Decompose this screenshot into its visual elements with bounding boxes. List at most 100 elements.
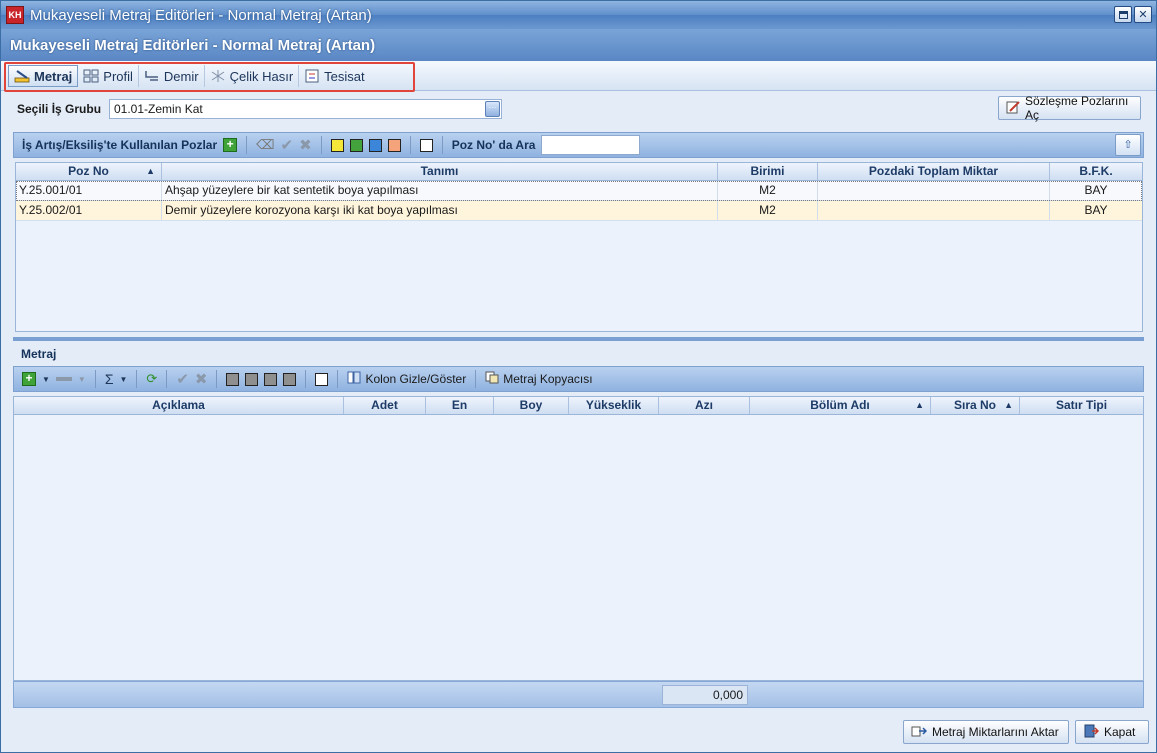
- installation-icon: [304, 69, 320, 83]
- app-logo-icon: KH: [6, 6, 24, 24]
- toolbar-separator: [216, 370, 218, 388]
- columns-icon: [347, 371, 361, 387]
- col-en[interactable]: En: [426, 397, 494, 414]
- toolbar-separator: [136, 370, 138, 388]
- page-header: Mukayeseli Metraj Editörleri - Normal Me…: [1, 29, 1156, 61]
- tab-tesisat[interactable]: Tesisat: [299, 65, 369, 87]
- check-icon[interactable]: ✔: [176, 370, 189, 388]
- edit-document-icon: [1006, 100, 1020, 117]
- refresh-icon[interactable]: ⟳: [146, 371, 157, 387]
- column-toggle-label: Kolon Gizle/Göster: [365, 372, 467, 386]
- items-grid-header: Poz No ▲ Tanımı Birimi Pozdaki Toplam Mi…: [16, 163, 1142, 181]
- close-form-button[interactable]: Kapat: [1075, 720, 1149, 744]
- metraj-grid-header: Açıklama Adet En Boy Yükseklik Azı Bölüm…: [14, 397, 1143, 415]
- toolbar-separator: [409, 136, 411, 154]
- chevron-down-icon[interactable]: ▼: [78, 375, 86, 384]
- color-filter-3[interactable]: [264, 372, 278, 386]
- work-group-browse-button[interactable]: ···: [485, 101, 500, 117]
- work-group-field[interactable]: 01.01-Zemin Kat ···: [109, 99, 502, 119]
- color-filter-4[interactable]: [283, 372, 297, 386]
- eraser-icon[interactable]: ⌫: [256, 137, 274, 153]
- col-toplam-miktar[interactable]: Pozdaki Toplam Miktar: [818, 163, 1050, 180]
- color-yellow-filter[interactable]: [330, 138, 344, 152]
- transfer-quantities-button[interactable]: Metraj Miktarlarını Aktar: [903, 720, 1069, 744]
- metraj-copier-button[interactable]: Metraj Kopyacısı: [485, 371, 593, 387]
- add-row-icon[interactable]: +: [22, 372, 36, 386]
- search-label: Poz No' da Ara: [451, 138, 536, 152]
- maximize-button[interactable]: [1114, 6, 1132, 23]
- rebar-icon: [144, 69, 160, 83]
- open-contract-items-button[interactable]: Sözleşme Pozlarını Aç: [998, 94, 1141, 122]
- color-filter-2[interactable]: [245, 372, 259, 386]
- open-contract-items-label: Sözleşme Pozlarını Aç: [1025, 94, 1129, 122]
- title-bar[interactable]: KH Mukayeseli Metraj Editörleri - Normal…: [1, 1, 1156, 29]
- toolbar-separator: [475, 370, 477, 388]
- color-green-filter[interactable]: [349, 138, 363, 152]
- tab-bar: Metraj Profil Demir Çelik Hasır Tesisat: [1, 61, 1156, 92]
- total-sum-value: 0,000: [662, 685, 748, 705]
- close-icon: ✕: [1138, 9, 1148, 21]
- toolbar-separator: [441, 136, 443, 154]
- work-group-row: Seçili İş Grubu 01.01-Zemin Kat ···: [17, 99, 502, 119]
- chevron-down-icon[interactable]: ▼: [42, 375, 50, 384]
- window-title: Mukayeseli Metraj Editörleri - Normal Me…: [30, 6, 372, 24]
- close-button[interactable]: ✕: [1134, 6, 1152, 23]
- main-window: KH Mukayeseli Metraj Editörleri - Normal…: [0, 0, 1157, 753]
- col-bolum-adi[interactable]: Bölüm Adı ▲: [750, 397, 931, 414]
- poz-search-input[interactable]: [541, 135, 641, 155]
- toolbar-separator: [166, 370, 168, 388]
- chevron-down-icon[interactable]: ▼: [120, 375, 128, 384]
- tab-metraj-label: Metraj: [34, 68, 73, 84]
- toolbar-separator: [305, 370, 307, 388]
- table-row[interactable]: Y.25.002/01 Demir yüzeylere korozyona ka…: [16, 201, 1142, 221]
- collapse-up-button[interactable]: ⇧: [1115, 134, 1141, 156]
- column-toggle-button[interactable]: Kolon Gizle/Göster: [347, 371, 466, 387]
- tab-celik-hasir[interactable]: Çelik Hasır: [205, 65, 300, 87]
- cross-icon[interactable]: ✖: [299, 136, 312, 154]
- check-icon[interactable]: ✔: [281, 136, 294, 154]
- color-orange-filter[interactable]: [387, 138, 401, 152]
- toolbar-separator: [320, 136, 322, 154]
- col-satir-tipi[interactable]: Satır Tipi: [1020, 397, 1143, 414]
- col-adet[interactable]: Adet: [344, 397, 426, 414]
- metraj-toolbar: + ▼ ▼ Σ ▼ ⟳ ✔ ✖ Kolon Gizle/Göster Metra…: [13, 366, 1144, 392]
- sort-asc-icon: ▲: [146, 166, 155, 176]
- ruler-pencil-icon: [14, 69, 30, 83]
- col-azi[interactable]: Azı: [659, 397, 750, 414]
- col-sira-no[interactable]: Sıra No ▲: [931, 397, 1020, 414]
- copy-icon: [485, 371, 499, 387]
- tab-demir[interactable]: Demir: [139, 65, 205, 87]
- toolbar-separator: [246, 136, 248, 154]
- metraj-copier-label: Metraj Kopyacısı: [503, 372, 593, 386]
- metraj-section-title: Metraj: [21, 347, 57, 361]
- tab-profil-label: Profil: [103, 68, 133, 84]
- table-row[interactable]: Y.25.001/01 Ahşap yüzeylere bir kat sent…: [16, 181, 1142, 201]
- remove-row-icon[interactable]: [55, 377, 72, 381]
- grid-icon: [83, 69, 99, 83]
- color-white-filter[interactable]: [419, 138, 433, 152]
- col-boy[interactable]: Boy: [494, 397, 569, 414]
- col-tanimi[interactable]: Tanımı: [162, 163, 718, 180]
- transfer-icon: [911, 724, 928, 741]
- col-poz-no[interactable]: Poz No ▲: [16, 163, 162, 180]
- color-blue-filter[interactable]: [368, 138, 382, 152]
- tab-tesisat-label: Tesisat: [324, 68, 365, 84]
- tab-metraj[interactable]: Metraj: [8, 65, 79, 87]
- col-aciklama[interactable]: Açıklama: [14, 397, 344, 414]
- toolbar-separator: [94, 370, 96, 388]
- color-filter-white[interactable]: [315, 372, 329, 386]
- work-group-value: 01.01-Zemin Kat: [114, 102, 203, 116]
- items-toolbar: İş Artış/Eksiliş'te Kullanılan Pozlar + …: [13, 132, 1144, 158]
- panel-splitter[interactable]: [13, 337, 1144, 341]
- work-group-label: Seçili İş Grubu: [17, 102, 102, 116]
- tab-profil[interactable]: Profil: [78, 65, 139, 87]
- sum-icon[interactable]: Σ: [105, 371, 114, 387]
- tab-celik-hasir-label: Çelik Hasır: [229, 68, 294, 84]
- add-icon[interactable]: +: [223, 138, 238, 152]
- color-filter-1[interactable]: [226, 372, 240, 386]
- col-birimi[interactable]: Birimi: [718, 163, 818, 180]
- maximize-icon: [1118, 10, 1128, 19]
- cross-icon[interactable]: ✖: [195, 370, 208, 388]
- col-yukseklik[interactable]: Yükseklik: [569, 397, 659, 414]
- col-bfk[interactable]: B.F.K.: [1050, 163, 1142, 180]
